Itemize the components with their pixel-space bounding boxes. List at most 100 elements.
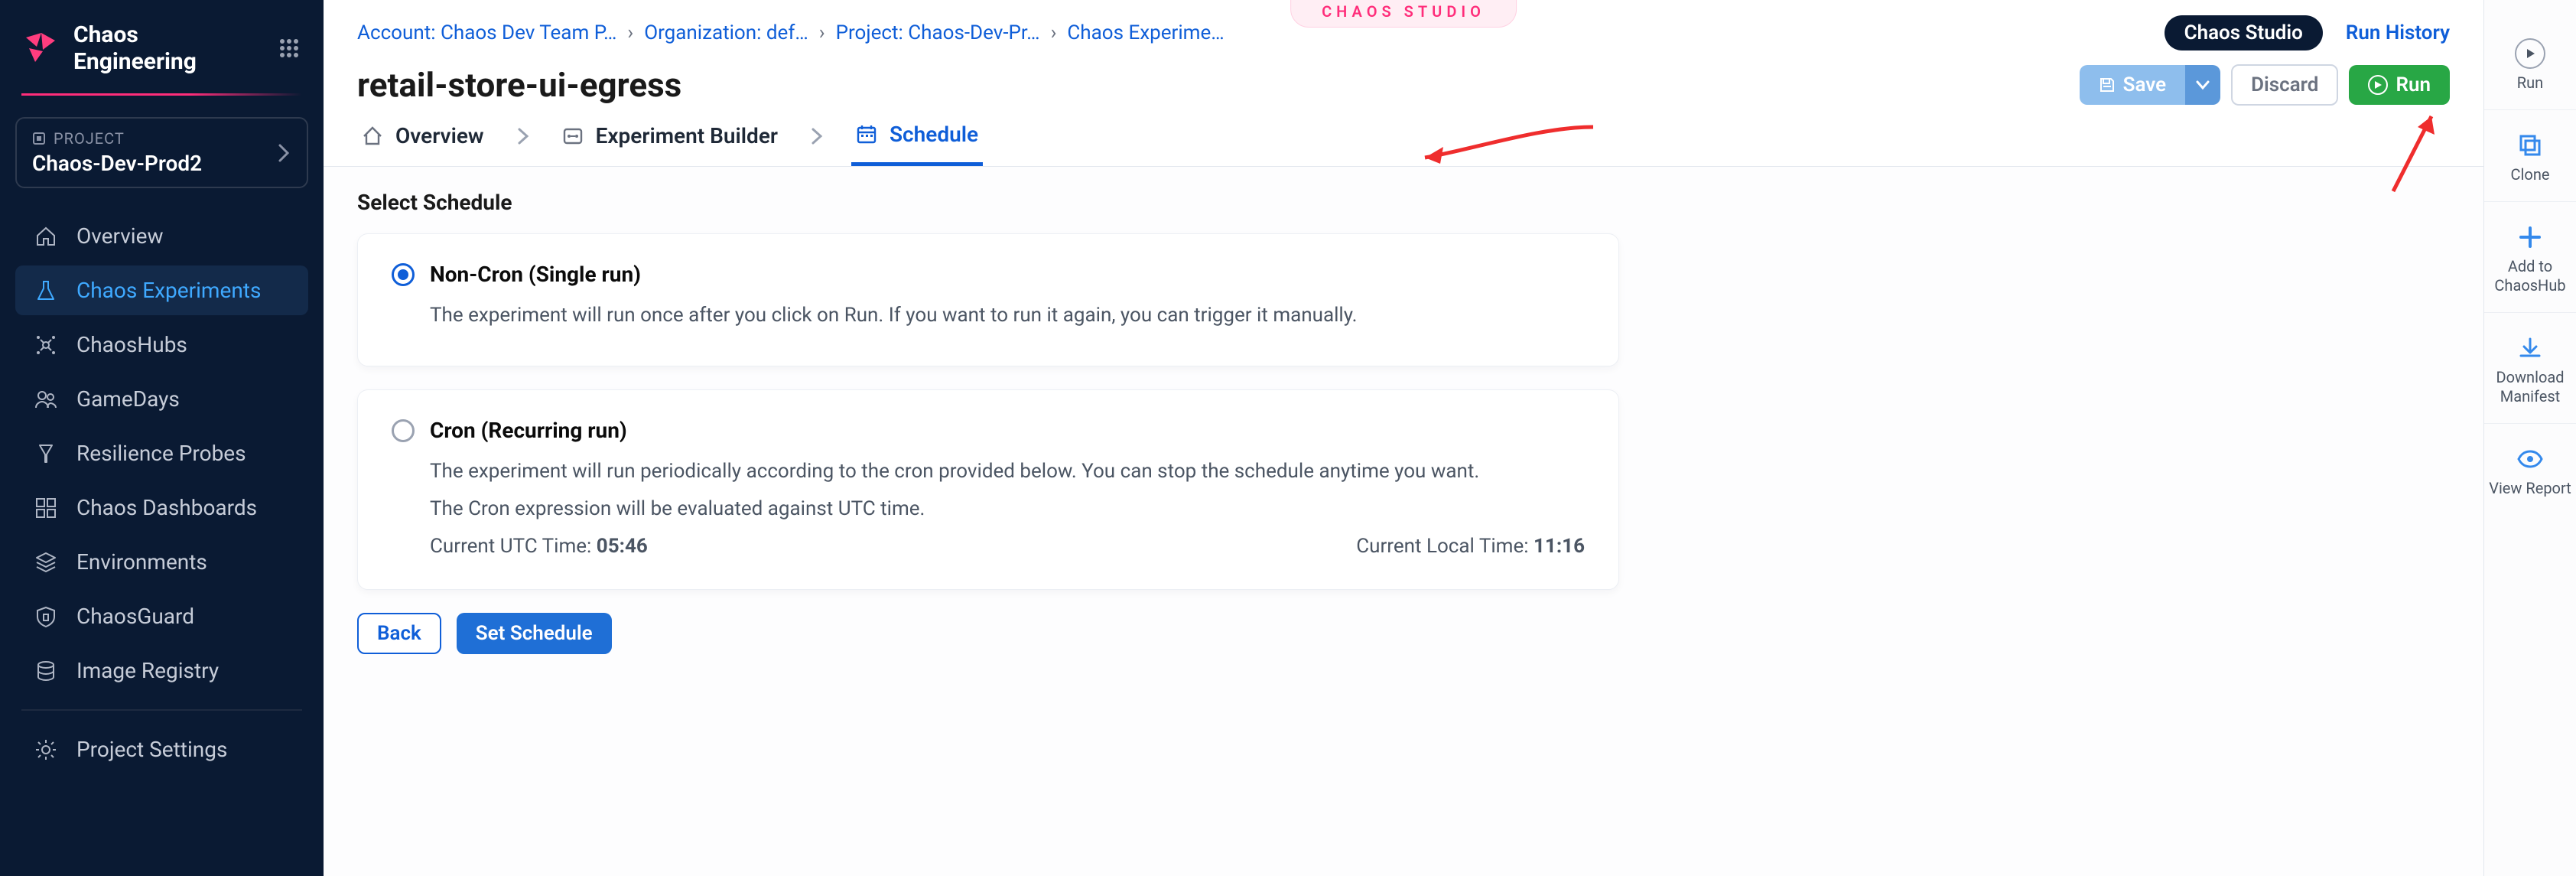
- local-time: Current Local Time: 11:16: [1356, 532, 1585, 562]
- chevron-right-icon: [810, 126, 824, 146]
- play-icon: [2515, 38, 2545, 69]
- sidebar: Chaos Engineering PROJECT Chaos-Dev-Prod…: [0, 0, 324, 876]
- sidebar-nav: Overview Chaos Experiments ChaosHubs Gam…: [0, 211, 324, 695]
- rail-add-to-chaoshub[interactable]: Add to ChaosHub: [2484, 205, 2576, 313]
- builder-step-icon: [562, 125, 584, 147]
- hub-icon: [32, 334, 60, 357]
- utc-time-label: Current UTC Time:: [430, 535, 597, 558]
- set-schedule-button[interactable]: Set Schedule: [457, 613, 612, 654]
- save-icon: [2099, 77, 2116, 93]
- local-time-label: Current Local Time:: [1356, 535, 1534, 558]
- gear-icon: [32, 738, 60, 761]
- project-selector[interactable]: PROJECT Chaos-Dev-Prod2: [15, 117, 308, 188]
- rail-label: View Report: [2489, 479, 2571, 498]
- eye-icon: [2515, 444, 2545, 474]
- radio-cron[interactable]: [392, 419, 415, 442]
- plus-icon: [2515, 222, 2545, 252]
- sidebar-item-chaosguard[interactable]: ChaosGuard: [15, 591, 308, 641]
- rail-clone[interactable]: Clone: [2484, 113, 2576, 202]
- right-rail: Run Clone Add to ChaosHub Download Manif…: [2484, 0, 2576, 876]
- rail-label: Run: [2517, 73, 2543, 93]
- chevron-right-icon: ›: [627, 21, 633, 44]
- breadcrumb-account[interactable]: Account: Chaos Dev Team P…: [357, 21, 616, 44]
- wizard-steps: Overview Experiment Builder Schedule: [324, 106, 2483, 167]
- sidebar-label: GameDays: [76, 386, 180, 412]
- option-description: The experiment will run once after you c…: [430, 301, 1585, 331]
- option-desc-text: The experiment will run periodically acc…: [430, 457, 1585, 487]
- utc-time-value: 05:46: [597, 535, 648, 558]
- sidebar-item-chaos-experiments[interactable]: Chaos Experiments: [15, 265, 308, 315]
- step-label: Overview: [395, 123, 484, 148]
- probe-icon: [32, 442, 60, 465]
- chevron-down-icon: [2196, 80, 2210, 90]
- sidebar-item-chaos-dashboards[interactable]: Chaos Dashboards: [15, 483, 308, 532]
- sidebar-item-overview[interactable]: Overview: [15, 211, 308, 261]
- top-right-links: Chaos Studio Run History: [2165, 15, 2450, 50]
- brand-logo-icon: [21, 30, 58, 67]
- sidebar-label: Image Registry: [76, 658, 219, 683]
- sidebar-bottom: Project Settings: [0, 725, 324, 774]
- back-button[interactable]: Back: [357, 613, 441, 654]
- sidebar-label: Resilience Probes: [76, 441, 246, 466]
- sidebar-label: Overview: [76, 223, 164, 249]
- play-icon: [2368, 75, 2388, 95]
- chaos-studio-pill[interactable]: Chaos Studio: [2165, 15, 2323, 50]
- download-icon: [2515, 333, 2545, 363]
- title-row: retail-store-ui-egress Save Discard Run: [357, 64, 2450, 106]
- save-label: Save: [2123, 73, 2167, 96]
- sidebar-item-image-registry[interactable]: Image Registry: [15, 646, 308, 695]
- clone-icon: [2515, 130, 2545, 161]
- rail-run[interactable]: Run: [2484, 21, 2576, 110]
- run-history-link[interactable]: Run History: [2346, 21, 2450, 44]
- project-label: PROJECT: [32, 129, 202, 148]
- breadcrumb-section[interactable]: Chaos Experime…: [1067, 21, 1224, 44]
- local-time-value: 11:16: [1534, 535, 1585, 558]
- option-description: The experiment will run periodically acc…: [430, 457, 1585, 562]
- save-button[interactable]: Save: [2080, 65, 2186, 105]
- step-overview[interactable]: Overview: [357, 106, 489, 166]
- save-caret-button[interactable]: [2185, 65, 2220, 105]
- breadcrumb-project[interactable]: Project: Chaos-Dev-Pr…: [836, 21, 1040, 44]
- footer-buttons: Back Set Schedule: [357, 613, 2450, 654]
- home-icon: [32, 225, 60, 248]
- run-button[interactable]: Run: [2349, 65, 2450, 105]
- option-desc-text: The experiment will run once after you c…: [430, 301, 1585, 331]
- rail-label: Clone: [2511, 165, 2550, 184]
- chevron-right-icon: [276, 142, 291, 164]
- project-name: Chaos-Dev-Prod2: [32, 151, 202, 176]
- rail-download-manifest[interactable]: Download Manifest: [2484, 316, 2576, 424]
- app-switcher-icon[interactable]: [275, 34, 302, 62]
- option-desc-text: The Cron expression will be evaluated ag…: [430, 494, 1585, 524]
- utc-time: Current UTC Time: 05:46: [430, 532, 648, 562]
- brand-row: Chaos Engineering: [0, 21, 324, 93]
- brand-title: Chaos Engineering: [73, 21, 260, 75]
- action-buttons: Save Discard Run: [2080, 64, 2450, 106]
- rail-label: Add to ChaosHub: [2487, 257, 2573, 295]
- topbar: CHAOS STUDIO Account: Chaos Dev Team P… …: [324, 0, 2483, 106]
- rail-label: Download Manifest: [2487, 368, 2573, 406]
- sidebar-item-resilience-probes[interactable]: Resilience Probes: [15, 428, 308, 478]
- sidebar-item-chaoshubs[interactable]: ChaosHubs: [15, 320, 308, 370]
- back-label: Back: [377, 622, 421, 645]
- option-label: Cron (Recurring run): [430, 418, 627, 443]
- step-experiment-builder[interactable]: Experiment Builder: [558, 106, 782, 166]
- step-label: Experiment Builder: [596, 123, 778, 148]
- step-schedule[interactable]: Schedule: [851, 106, 983, 166]
- sidebar-label: ChaosHubs: [76, 332, 187, 357]
- rail-view-report[interactable]: View Report: [2484, 427, 2576, 515]
- sidebar-item-project-settings[interactable]: Project Settings: [15, 725, 308, 774]
- sidebar-label: ChaosGuard: [76, 604, 194, 629]
- sidebar-item-environments[interactable]: Environments: [15, 537, 308, 587]
- breadcrumbs: Account: Chaos Dev Team P… › Organizatio…: [357, 21, 1225, 44]
- discard-button[interactable]: Discard: [2231, 64, 2338, 106]
- sidebar-item-gamedays[interactable]: GameDays: [15, 374, 308, 424]
- section-title: Select Schedule: [357, 190, 2450, 215]
- step-label: Schedule: [890, 122, 978, 147]
- breadcrumb-org[interactable]: Organization: def…: [644, 21, 808, 44]
- database-icon: [32, 659, 60, 682]
- studio-badge: CHAOS STUDIO: [1290, 0, 1517, 28]
- option-cron-card[interactable]: Cron (Recurring run) The experiment will…: [357, 389, 1619, 590]
- option-noncron-card[interactable]: Non-Cron (Single run) The experiment wil…: [357, 233, 1619, 366]
- set-schedule-label: Set Schedule: [476, 622, 593, 645]
- radio-noncron[interactable]: [392, 263, 415, 286]
